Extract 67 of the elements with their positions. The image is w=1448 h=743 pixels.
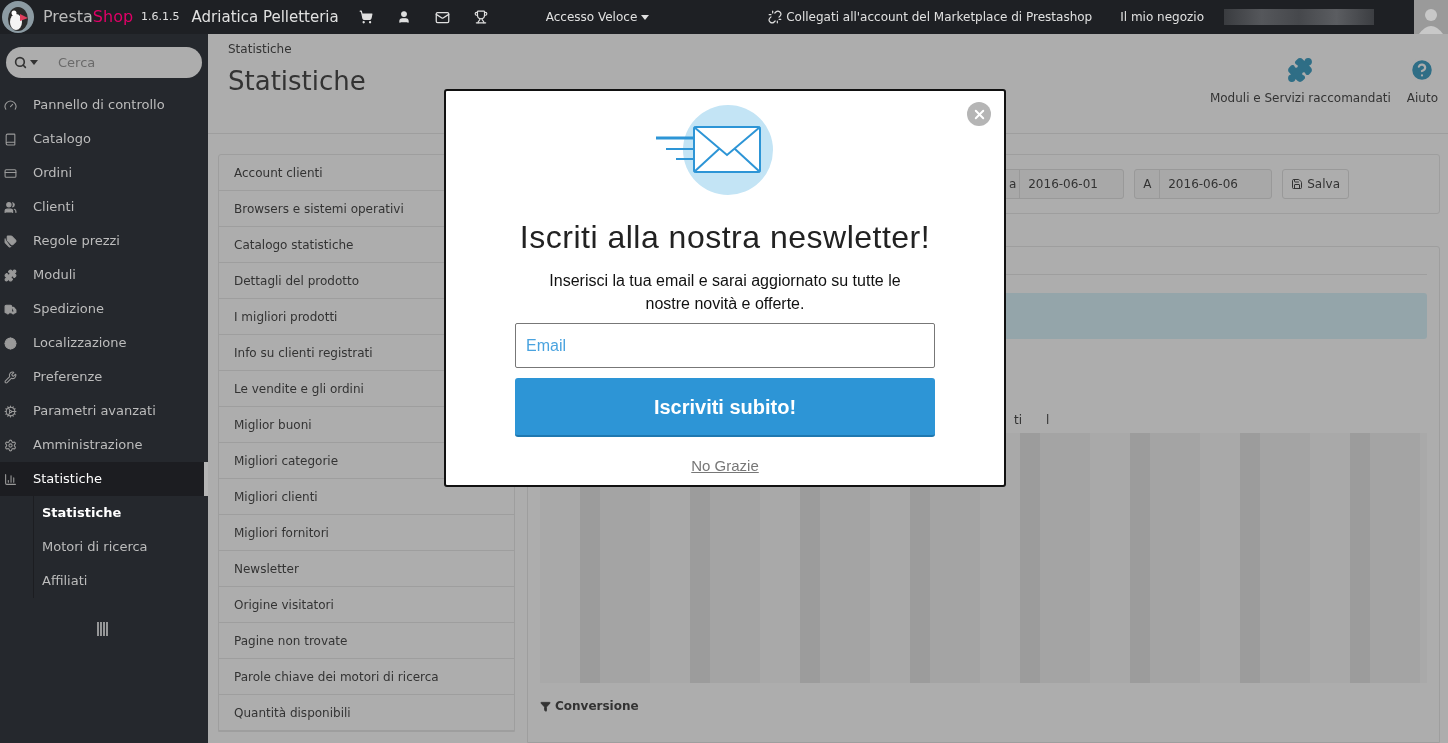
trophy-icon[interactable] [473,10,488,24]
cart-icon[interactable] [358,10,373,24]
email-field[interactable]: Email [515,323,935,368]
book-icon [4,132,17,146]
user-icon[interactable] [396,10,411,24]
marketplace-link[interactable]: Collegati all'account del Marketplace di Prestashop [786,8,1093,26]
tab-label[interactable]: l [1044,411,1052,429]
bar-chart-icon [4,472,17,486]
my-shop-link[interactable]: Il mio negozio [1120,8,1204,26]
sidebar-item[interactable]: Parametri avanzati [0,394,208,428]
logo-text: PrestaShop [43,6,134,28]
caret-icon [30,60,38,65]
caret-icon [641,14,650,20]
submenu-item[interactable]: Motori di ricerca [34,530,208,564]
shop-name[interactable]: Adriatica Pelletteria [191,5,339,29]
modal-text: Inserisci la tua email e sarai aggiornato su tutte le nostre novità e offerte. [548,271,902,314]
sidebar-item[interactable]: Amministrazione [0,428,208,462]
quick-access-menu[interactable]: Accesso Veloce [545,8,650,26]
puzzle-icon [4,268,17,282]
puffin-logo[interactable] [1,0,35,34]
recommended-modules-button[interactable]: Moduli e Servizi raccomandati [1209,57,1391,107]
collapse-sidebar-icon[interactable] [97,622,109,636]
stats-menu-item[interactable]: Pagine non trovate [219,623,514,659]
users-icon [4,200,17,214]
submenu-item[interactable]: Statistiche [34,496,208,530]
version-text: 1.6.1.5 [141,8,180,25]
decline-link[interactable]: No Grazie [691,455,759,478]
sidebar-item[interactable]: Moduli [0,258,208,292]
wrench-icon [4,370,17,384]
sidebar-item[interactable]: Pannello di controllo [0,88,208,122]
tag-icon [4,234,17,248]
card-icon [4,166,17,180]
sidebar-item[interactable]: Catalogo [0,122,208,156]
stats-menu-item[interactable]: Migliori fornitori [219,515,514,551]
help-button[interactable]: Aiuto [1406,57,1438,107]
stats-menu-item[interactable]: Newsletter [219,551,514,587]
truck-icon [4,302,17,316]
sidebar-item[interactable]: Regole prezzi [0,224,208,258]
sidebar-item[interactable]: Ordini [0,156,208,190]
sidebar-item[interactable]: Spedizione [0,292,208,326]
mail-icon[interactable] [434,9,450,25]
gauge-icon [4,98,17,112]
section-heading: Conversione [555,698,639,715]
subscribe-button[interactable]: Iscriviti subito! [515,378,935,437]
stats-menu-item[interactable]: Origine visitatori [219,587,514,623]
sidebar-item[interactable]: Localizzazione [0,326,208,360]
sidebar-item[interactable]: Clienti [0,190,208,224]
search-bar[interactable]: Cerca [6,47,202,78]
breadcrumb[interactable]: Statistiche [228,40,366,58]
filter-icon [540,700,551,712]
sidebar-item[interactable]: Preferenze [0,360,208,394]
stats-menu-item[interactable]: Parole chiave dei motori di ricerca [219,659,514,695]
puzzle-icon [1287,57,1314,83]
save-button[interactable]: Salva [1282,169,1349,199]
unlink-icon [768,10,783,24]
modal-title: Iscriti alla nostra neswletter! [519,218,931,257]
search-icon [14,56,27,69]
floppy-icon [1291,178,1304,190]
date-to-field[interactable]: A 2016-06-06 [1134,169,1273,199]
cogs-icon [4,404,17,418]
submenu-item[interactable]: Affiliati [34,564,208,598]
page-title: Statistiche [228,65,366,98]
stats-menu-item[interactable]: Quantità disponibili [219,695,514,731]
sidebar-item[interactable]: Statistiche [0,462,208,496]
gear-icon [4,438,17,452]
tab-label[interactable]: ti [1012,411,1025,429]
search-field[interactable]: Cerca [58,52,178,73]
